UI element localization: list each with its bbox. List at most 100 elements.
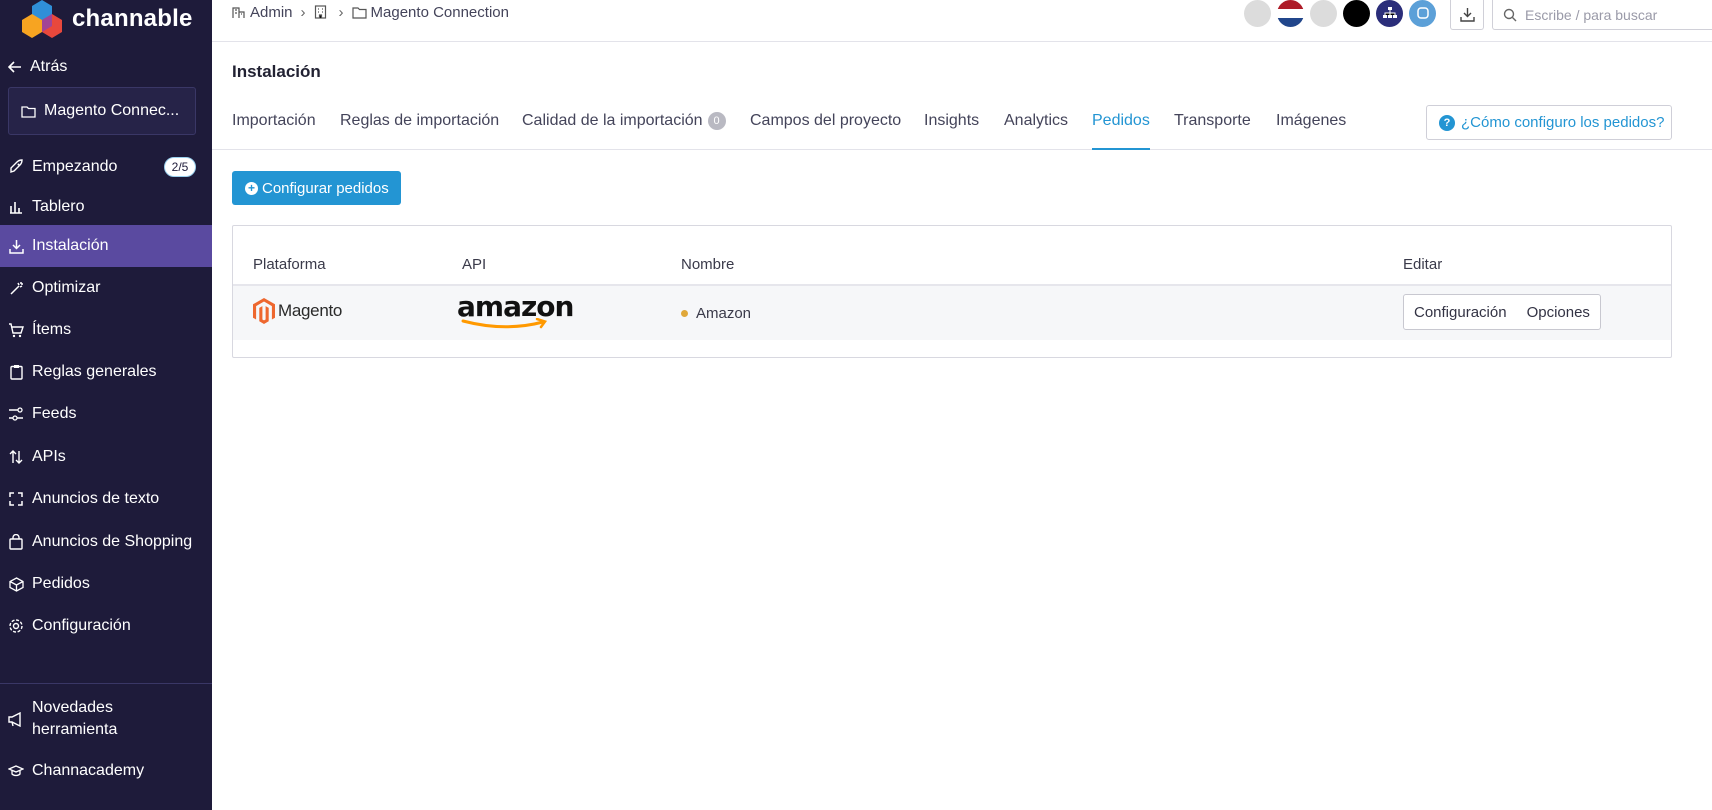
- graduation-cap-icon: [8, 763, 24, 779]
- download-button[interactable]: [1450, 0, 1484, 30]
- breadcrumb: Admin › › Magento Connection: [232, 0, 509, 24]
- arrow-left-icon: [8, 61, 21, 73]
- chevron-right-icon: ›: [300, 3, 306, 21]
- channable-logo-icon: [22, 0, 62, 38]
- sidebar-item-empezando[interactable]: Empezando 2/5: [0, 146, 212, 188]
- sidebar-item-optimizar[interactable]: Optimizar: [0, 267, 212, 309]
- progress-badge: 2/5: [164, 157, 196, 177]
- tab-pedidos[interactable]: Pedidos: [1092, 102, 1150, 150]
- back-link[interactable]: Atrás: [8, 54, 67, 80]
- search-placeholder: Escribe / para buscar: [1525, 6, 1658, 23]
- sidebar-item-label: Instalación: [32, 237, 109, 254]
- help-button-label: ¿Cómo configuro los pedidos?: [1461, 114, 1665, 131]
- search-icon: [1503, 8, 1517, 21]
- avatar[interactable]: [1343, 0, 1370, 27]
- brand[interactable]: channable: [22, 0, 193, 38]
- breadcrumb-project[interactable]: Magento Connection: [371, 4, 509, 21]
- tab-importacion[interactable]: Importación: [232, 102, 316, 150]
- orders-table: Plataforma API Nombre Editar Magento ama…: [232, 225, 1672, 358]
- sidebar-item-feeds[interactable]: Feeds: [0, 393, 212, 435]
- clipboard-icon: [8, 364, 24, 380]
- folder-icon: [21, 105, 36, 118]
- edit-button-group: Configuración Opciones: [1403, 294, 1601, 330]
- sidebar-item-label: Pedidos: [32, 575, 90, 592]
- sidebar-item-anuncios-texto[interactable]: Anuncios de texto: [0, 478, 212, 520]
- column-header-editar: Editar: [1403, 256, 1443, 273]
- options-button[interactable]: Opciones: [1517, 295, 1600, 329]
- table-row: Magento amazon Amazon Configuración Opci…: [233, 286, 1671, 340]
- topbar: Admin › › Magento Connection Escribe / p…: [212, 0, 1712, 42]
- configuration-button[interactable]: Configuración: [1404, 295, 1517, 329]
- column-header-nombre: Nombre: [681, 256, 735, 273]
- back-label: Atrás: [30, 58, 68, 75]
- tab-label: Calidad de la importación: [522, 112, 703, 129]
- shopping-bag-icon: [8, 534, 24, 550]
- sidebar-item-label: Feeds: [32, 405, 77, 422]
- tab-campos-proyecto[interactable]: Campos del proyecto: [750, 102, 901, 150]
- tab-transporte[interactable]: Transporte: [1174, 102, 1251, 150]
- configure-orders-label: Configurar pedidos: [262, 179, 389, 197]
- sidebar-item-label: Tablero: [32, 198, 85, 215]
- magento-logo-icon: [253, 298, 275, 324]
- install-icon: [8, 238, 24, 254]
- sidebar-item-label: Anuncios de texto: [32, 490, 160, 507]
- avatar[interactable]: [1310, 0, 1337, 27]
- sidebar-item-label: APIs: [32, 448, 66, 465]
- gear-icon: [8, 618, 24, 634]
- sidebar-item-label: Reglas generales: [32, 363, 157, 380]
- question-icon: ?: [1439, 114, 1455, 131]
- help-button[interactable]: ? ¿Cómo configuro los pedidos?: [1426, 105, 1672, 140]
- tab-reglas-importacion[interactable]: Reglas de importación: [340, 102, 499, 150]
- bar-chart-icon: [8, 199, 24, 215]
- sidebar-item-apis[interactable]: APIs: [0, 436, 212, 478]
- sidebar-divider: [0, 683, 212, 684]
- download-icon: [1459, 8, 1475, 22]
- project-selector[interactable]: Magento Connec...: [8, 87, 196, 135]
- magic-wand-icon: [8, 280, 24, 296]
- sidebar-item-label: Configuración: [32, 617, 131, 634]
- avatar[interactable]: [1244, 0, 1271, 27]
- platform-name: Magento: [278, 301, 343, 320]
- sidebar-item-label: Ítems: [32, 321, 72, 338]
- tab-analytics[interactable]: Analytics: [1004, 102, 1068, 150]
- cart-icon: [8, 322, 24, 338]
- sidebar-item-label: Channacademy: [32, 762, 145, 779]
- tab-imagenes[interactable]: Imágenes: [1276, 102, 1346, 150]
- search-input[interactable]: Escribe / para buscar: [1492, 0, 1712, 30]
- sidebar-item-reglas-generales[interactable]: Reglas generales: [0, 351, 212, 393]
- page-title: Instalación: [232, 62, 321, 81]
- sidebar-item-label: Empezando: [32, 158, 118, 175]
- folder-icon: [351, 6, 367, 19]
- sidebar-item-instalacion[interactable]: Instalación: [0, 225, 212, 267]
- office-icon[interactable]: [314, 5, 327, 19]
- tab-insights[interactable]: Insights: [924, 102, 979, 150]
- sitemap-icon[interactable]: [1376, 0, 1403, 27]
- platform-cell: Magento: [253, 298, 342, 324]
- account-switcher: [1244, 0, 1442, 27]
- sidebar-item-anuncios-shopping[interactable]: Anuncios de Shopping: [0, 521, 212, 563]
- sidebar-item-configuracion[interactable]: Configuración: [0, 605, 212, 647]
- breadcrumb-admin[interactable]: Admin: [250, 4, 293, 21]
- sidebar-item-pedidos[interactable]: Pedidos: [0, 563, 212, 605]
- sidebar-item-channacademy[interactable]: Channacademy: [0, 750, 212, 792]
- sidebar-item-tablero[interactable]: Tablero: [0, 186, 212, 228]
- dutch-flag-icon[interactable]: [1277, 0, 1304, 27]
- status-dot: [681, 309, 688, 317]
- order-name: Amazon: [696, 304, 752, 322]
- sidebar-item-label: Novedades herramienta: [32, 699, 118, 738]
- sidebar-item-label: Optimizar: [32, 279, 101, 296]
- tab-calidad-importacion[interactable]: Calidad de la importación 0: [522, 102, 726, 150]
- brand-name: channable: [72, 5, 193, 32]
- configure-orders-button[interactable]: + Configurar pedidos: [232, 171, 401, 205]
- count-badge: 0: [707, 112, 726, 130]
- chevron-right-icon: ›: [338, 3, 344, 21]
- feeds-icon: [8, 406, 24, 422]
- plus-circle-icon: +: [245, 181, 258, 195]
- box-icon: [8, 576, 24, 592]
- sidebar-item-label: Anuncios de Shopping: [32, 533, 193, 550]
- arrows-updown-icon: [8, 449, 24, 465]
- channable-app-icon[interactable]: [1409, 0, 1436, 27]
- name-cell: Amazon: [681, 286, 751, 340]
- sidebar-item-items[interactable]: Ítems: [0, 309, 212, 351]
- sidebar-item-novedades[interactable]: Novedades herramienta: [0, 694, 212, 744]
